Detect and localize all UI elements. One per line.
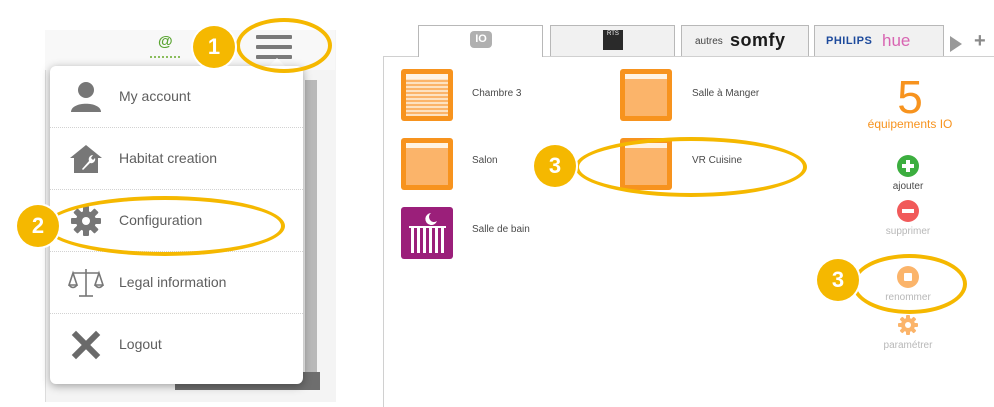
highlight-ring-device: [575, 137, 807, 197]
menu-item-my-account[interactable]: My account: [50, 66, 303, 128]
device-label: Salle de bain: [472, 224, 530, 235]
highlight-ring-menu: [236, 18, 332, 73]
tab-philips-hue[interactable]: PHILIPS hue: [814, 25, 944, 56]
plus-circle-icon: [897, 155, 919, 177]
hue-logo: hue: [882, 31, 911, 50]
highlight-ring-rename: [852, 254, 967, 314]
tab-rts[interactable]: RTS: [550, 25, 675, 56]
step-badge-2: 2: [17, 205, 59, 247]
io-logo: IO: [470, 31, 492, 48]
roller-shutter-icon[interactable]: [401, 69, 453, 121]
at-icon: @: [158, 33, 173, 50]
add-button[interactable]: ajouter: [873, 155, 943, 192]
device-count: 5: [897, 71, 923, 123]
device-label: Chambre 3: [472, 88, 522, 99]
rts-logo: RTS: [603, 30, 623, 50]
add-label: ajouter: [892, 181, 924, 192]
device-label: Salon: [472, 155, 498, 166]
step-badge-3: 3: [534, 145, 576, 187]
philips-logo: PHILIPS: [826, 35, 873, 47]
roller-shutter-icon[interactable]: [620, 69, 672, 121]
connection-line: [150, 50, 180, 58]
step-badge-3: 3: [817, 259, 859, 301]
menu-item-label: Logout: [119, 336, 162, 352]
menu-item-habitat-creation[interactable]: Habitat creation: [50, 128, 303, 190]
menu-item-label: Habitat creation: [119, 150, 218, 166]
towel-radiator-icon[interactable]: [401, 207, 453, 259]
menu-item-logout[interactable]: Logout: [50, 314, 303, 376]
tab-somfy[interactable]: autres somfy: [681, 25, 809, 56]
user-icon: [71, 82, 101, 112]
menu-item-label: My account: [119, 88, 191, 104]
close-icon: [71, 330, 101, 360]
settings-label: paramétrer: [883, 340, 933, 351]
scales-icon: [68, 269, 104, 297]
device-count-label: équipements IO: [867, 117, 953, 131]
device-label: Salle à Manger: [692, 88, 760, 99]
menu-item-legal-information[interactable]: Legal information: [50, 252, 303, 314]
add-tab-icon[interactable]: +: [974, 30, 986, 53]
roller-shutter-icon[interactable]: [401, 138, 453, 190]
settings-button[interactable]: paramétrer: [873, 314, 943, 351]
menu-item-label: Legal information: [119, 274, 227, 290]
delete-button[interactable]: supprimer: [873, 200, 943, 237]
house-wrench-icon: [70, 145, 102, 173]
delete-label: supprimer: [885, 226, 931, 237]
left-side-strip: [305, 80, 317, 390]
minus-circle-icon: [897, 200, 919, 222]
tab-scroll-right-icon[interactable]: [950, 36, 962, 52]
step-badge-1: 1: [193, 26, 235, 68]
somfy-prefix: autres: [695, 36, 723, 47]
gear-icon: [898, 315, 918, 335]
somfy-logo: somfy: [730, 30, 786, 50]
highlight-ring-configuration: [45, 196, 285, 256]
tab-io[interactable]: IO: [418, 25, 543, 57]
